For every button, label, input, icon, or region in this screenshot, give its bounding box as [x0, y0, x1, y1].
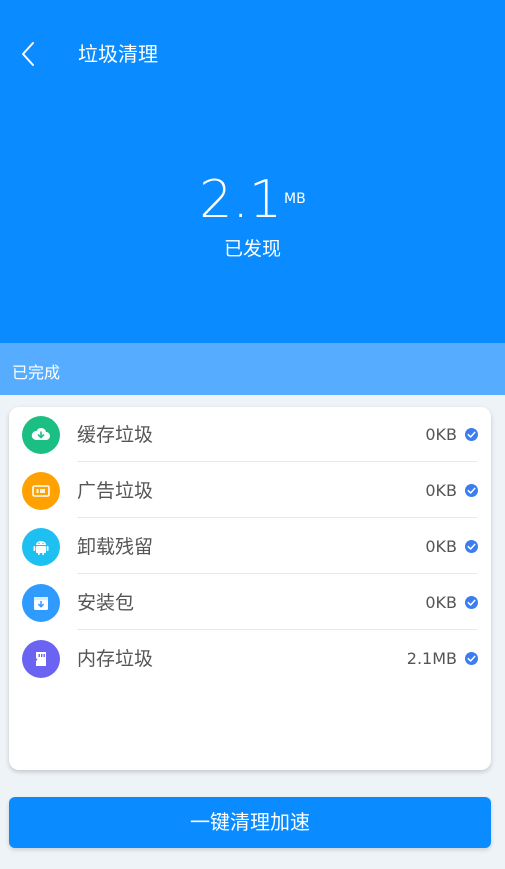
list-item-label: 安装包	[77, 592, 135, 614]
check-circle-icon	[465, 428, 478, 441]
list-item-size: 0KB	[425, 593, 457, 612]
memory-icon	[22, 640, 60, 678]
list-item-size: 0KB	[425, 425, 457, 444]
found-size-value: 2.1	[199, 170, 282, 230]
scan-summary: 2.1 MB 已发现	[0, 84, 505, 343]
check-circle-icon	[465, 484, 478, 497]
list-item-memory[interactable]: 内存垃圾 2.1MB	[9, 631, 491, 686]
list-item-size: 0KB	[425, 537, 457, 556]
app-bar: 垃圾清理	[0, 24, 505, 85]
divider	[77, 573, 477, 574]
divider	[77, 461, 477, 462]
list-item-label: 广告垃圾	[77, 480, 154, 502]
check-circle-icon	[465, 540, 478, 553]
list-item-size: 0KB	[425, 481, 457, 500]
list-item-size: 2.1MB	[406, 649, 457, 668]
check-circle-icon	[465, 652, 478, 665]
junk-list-card: 缓存垃圾 0KB 广告垃圾 0KB 卸载残留 0KB 安装包 0KB 内存垃圾 …	[9, 407, 491, 770]
chevron-left-icon	[22, 42, 34, 66]
list-item-label: 缓存垃圾	[77, 424, 154, 446]
one-click-clean-button[interactable]: 一键清理加速	[9, 797, 491, 848]
status-bar	[0, 0, 505, 25]
page-title: 垃圾清理	[78, 42, 158, 66]
ad-icon	[22, 472, 60, 510]
check-circle-icon	[465, 596, 478, 609]
back-button[interactable]	[12, 36, 48, 72]
list-item-uninstall-residue[interactable]: 卸载残留 0KB	[9, 519, 491, 574]
found-label: 已发现	[223, 238, 281, 260]
list-item-cache[interactable]: 缓存垃圾 0KB	[9, 407, 491, 462]
divider	[77, 517, 477, 518]
scan-status-bar: 已完成	[0, 343, 505, 395]
android-icon	[22, 528, 60, 566]
cloud-download-icon	[22, 416, 60, 454]
divider	[77, 629, 477, 630]
scan-status-label: 已完成	[12, 363, 61, 382]
found-size-unit: MB	[284, 191, 306, 207]
list-item-install-package[interactable]: 安装包 0KB	[9, 575, 491, 630]
list-item-label: 卸载残留	[77, 536, 154, 558]
list-item-ads[interactable]: 广告垃圾 0KB	[9, 463, 491, 518]
package-icon	[22, 584, 60, 622]
list-item-label: 内存垃圾	[77, 648, 154, 670]
